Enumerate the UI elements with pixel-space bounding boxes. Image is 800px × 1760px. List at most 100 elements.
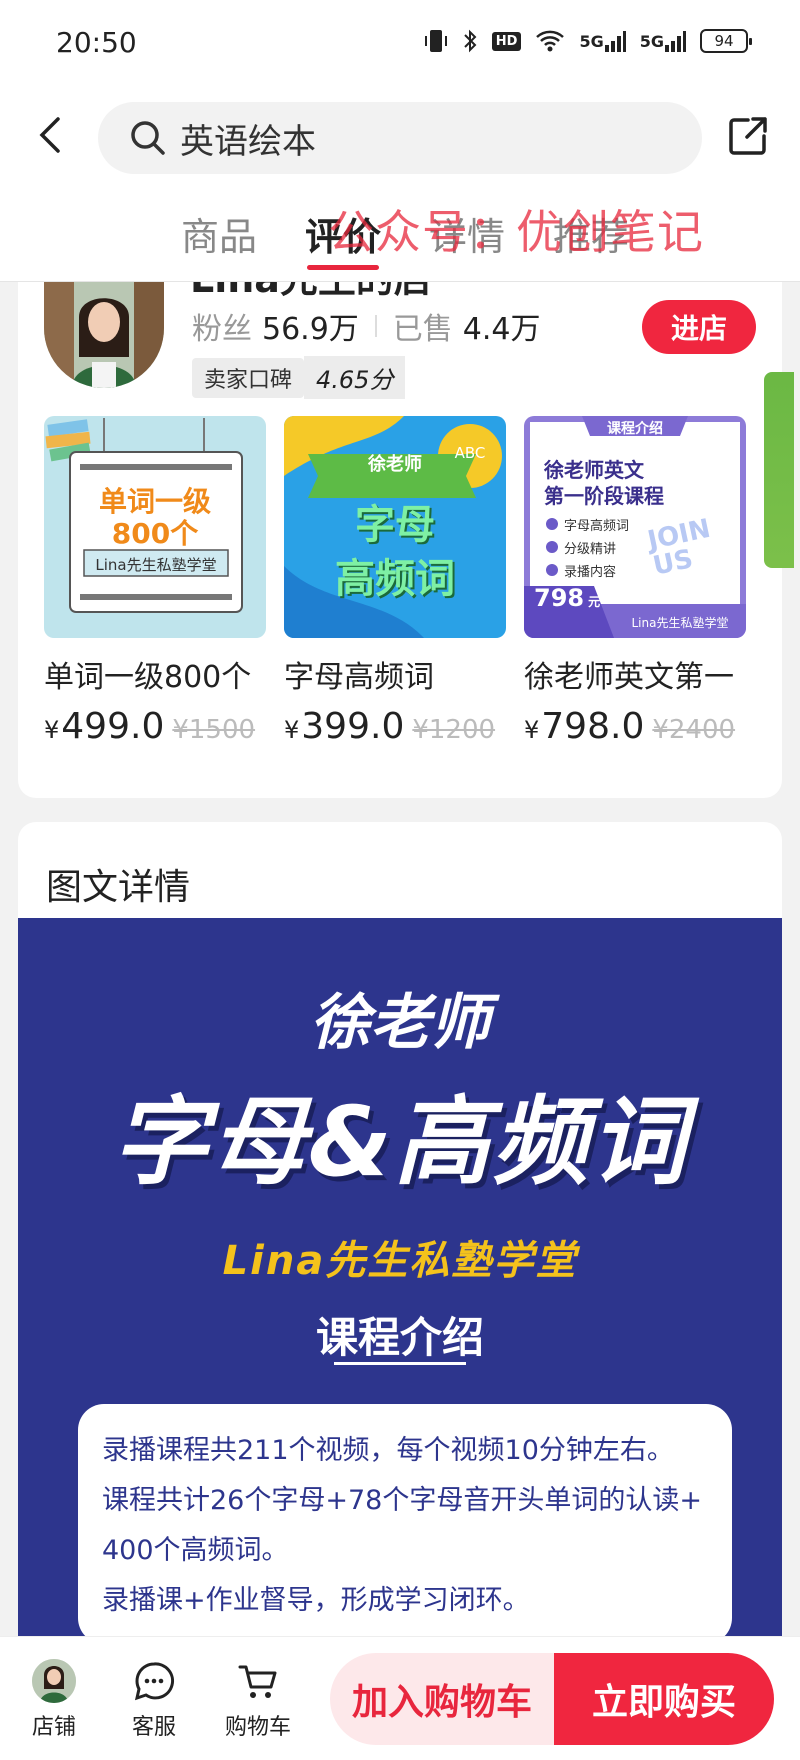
shop-stats: 粉丝 56.9万 已售 4.4万 [192,304,541,348]
banner-school: Lina先生私塾学堂 [222,1238,578,1284]
sold-label: 已售 [392,312,453,347]
product-image-line1: 徐老师英文 [544,458,644,482]
banner-intro-heading: 课程介绍 [315,1313,484,1362]
hd-icon: HD [491,31,522,51]
product-list: 单词一级 800个 Lina先生私塾学堂 单词一级800个 ¥ 499.0 ¥1… [44,416,746,747]
tab-details[interactable]: 详情 [429,198,505,282]
bluetooth-icon [462,28,478,54]
customer-service-button[interactable]: 客服 [114,1659,194,1741]
tab-goods[interactable]: 商品 [181,198,257,282]
product-image-bullet-2: 分级精讲 [564,542,617,557]
product-card[interactable]: 课程介绍 徐老师英文 第一阶段课程 字母高频词 分级精讲 录播内容 JOIN U… [524,416,746,747]
search-input[interactable]: 英语绘本 [98,102,702,174]
price-value: 399.0 [301,706,405,747]
cart-icon [238,1665,277,1698]
product-image-line2: 高频词 [335,556,455,602]
original-price: ¥1500 [172,715,256,745]
product-image-badge: ABC [454,444,486,462]
product-image-price-value: 798 [534,584,585,612]
product-image: 课程介绍 徐老师英文 第一阶段课程 字母高频词 分级精讲 录播内容 JOIN U… [524,416,746,638]
wifi-icon [535,29,565,53]
rating-value: 4.65分 [304,356,406,399]
stat-divider [374,315,377,337]
fans-value: 56.9万 [262,312,359,347]
battery-icon: 94 [700,29,752,53]
product-image-bullet-1: 字母高频词 [564,519,630,534]
product-card[interactable]: 单词一级 800个 Lina先生私塾学堂 单词一级800个 ¥ 499.0 ¥1… [44,416,266,747]
chat-icon [134,1662,175,1701]
product-image-tag: 课程介绍 [607,421,663,437]
cart-nav-button[interactable]: 购物车 [218,1659,298,1741]
seller-rating: 卖家口碑 4.65分 [192,356,406,399]
cart-nav-label: 购物车 [224,1715,291,1740]
original-price: ¥2400 [652,715,736,745]
shop-avatar[interactable] [44,282,164,388]
product-image-price-unit: 元 [588,595,601,609]
signal-5g-icon-2: 5G [640,30,686,52]
vibrate-icon [424,28,448,54]
banner-underline [334,1362,466,1365]
intro-line: 录播课+作业督导，形成学习闭环。 [102,1585,530,1616]
search-text: 英语绘本 [180,121,316,162]
header: 英语绘本 [0,88,800,198]
intro-box: 录播课程共211个视频，每个视频10分钟左右。 课程共计26个字母+78个字母音… [78,1404,732,1642]
add-to-cart-button[interactable]: 加入购物车 [330,1653,554,1745]
status-bar: 20:50 HD 5G 5G 94 [0,0,800,88]
product-image-price: 798 元 [534,584,600,612]
detail-title: 图文详情 [46,867,191,908]
product-image-footer: Lina先生私塾学堂 [631,616,729,630]
detail-banner: 徐老师 字母&高频词 Lina先生私塾学堂 课程介绍 录播课程共211个视频，每… [18,918,782,1642]
product-title: 单词一级800个 [44,660,252,695]
signal-5g-icon: 5G [579,30,626,52]
currency-symbol: ¥ [44,716,60,744]
intro-line: 课程共计26个字母+78个字母音开头单词的认读+ [102,1485,702,1516]
shop-nav-button[interactable]: 店铺 [14,1659,94,1741]
currency-symbol: ¥ [524,716,540,744]
product-price: ¥ 798.0 ¥2400 [524,706,746,747]
product-image-line1: 字母 [355,502,435,548]
signal-5g-label-2: 5G [639,31,664,51]
bottom-action-bar: 店铺 客服 购物车 加入购物车 立即购买 [0,1636,800,1760]
chevron-left-icon [39,117,60,153]
share-icon [729,117,767,155]
shop-avatar-small [32,1659,76,1703]
detail-card: 图文详情 徐老师 字母&高频词 Lina先生私塾学堂 课程介绍 录播课程共211… [18,822,782,1642]
currency-symbol: ¥ [284,716,300,744]
product-image-bullet-3: 录播内容 [564,565,617,580]
avatar-image [44,282,164,388]
product-image-line2: 第一阶段课程 [544,484,664,508]
signal-5g-label: 5G [579,31,604,51]
status-icons: HD 5G 5G 94 [424,28,752,54]
tab-reviews[interactable]: 评价 [305,198,381,282]
price-value: 798.0 [541,706,645,747]
product-card[interactable]: 徐老师 ABC 字母 高频词 字母高频词 ¥ 399.0 ¥1200 [284,416,506,747]
tab-recommend[interactable]: 推荐 [553,198,629,282]
product-title: 字母高频词 [284,660,434,695]
shop-card: Lina先生的店 粉丝 56.9万 已售 4.4万 卖家口碑 4.65分 进店 [18,282,782,798]
enter-shop-button[interactable]: 进店 [642,300,756,354]
product-price: ¥ 499.0 ¥1500 [44,706,266,747]
price-value: 499.0 [61,706,165,747]
buy-now-button[interactable]: 立即购买 [554,1653,774,1745]
fans-label: 粉丝 [192,312,252,347]
product-card-peek[interactable] [764,372,794,568]
product-image: 单词一级 800个 Lina先生私塾学堂 [44,416,266,638]
product-price: ¥ 399.0 ¥1200 [284,706,506,747]
shop-nav-label: 店铺 [31,1715,76,1740]
back-button[interactable] [30,110,70,160]
product-image-sub: Lina先生私塾学堂 [95,556,217,574]
intro-line: 400个高频词。 [102,1535,289,1566]
original-price: ¥1200 [412,715,496,745]
product-image: 徐老师 ABC 字母 高频词 [284,416,506,638]
sold-value: 4.4万 [462,312,541,347]
customer-service-label: 客服 [131,1715,176,1740]
share-button[interactable] [726,114,770,158]
banner-main-title: 字母&高频词 [112,1086,688,1198]
status-time: 20:50 [56,26,137,59]
product-image-line2: 800个 [111,517,199,550]
shop-name: Lina先生的店 [190,282,432,303]
product-title: 徐老师英文第一 [524,660,734,695]
search-icon [131,121,165,155]
tab-bar: 商品 评价 详情 推荐 [0,198,800,282]
battery-level: 94 [714,32,734,50]
